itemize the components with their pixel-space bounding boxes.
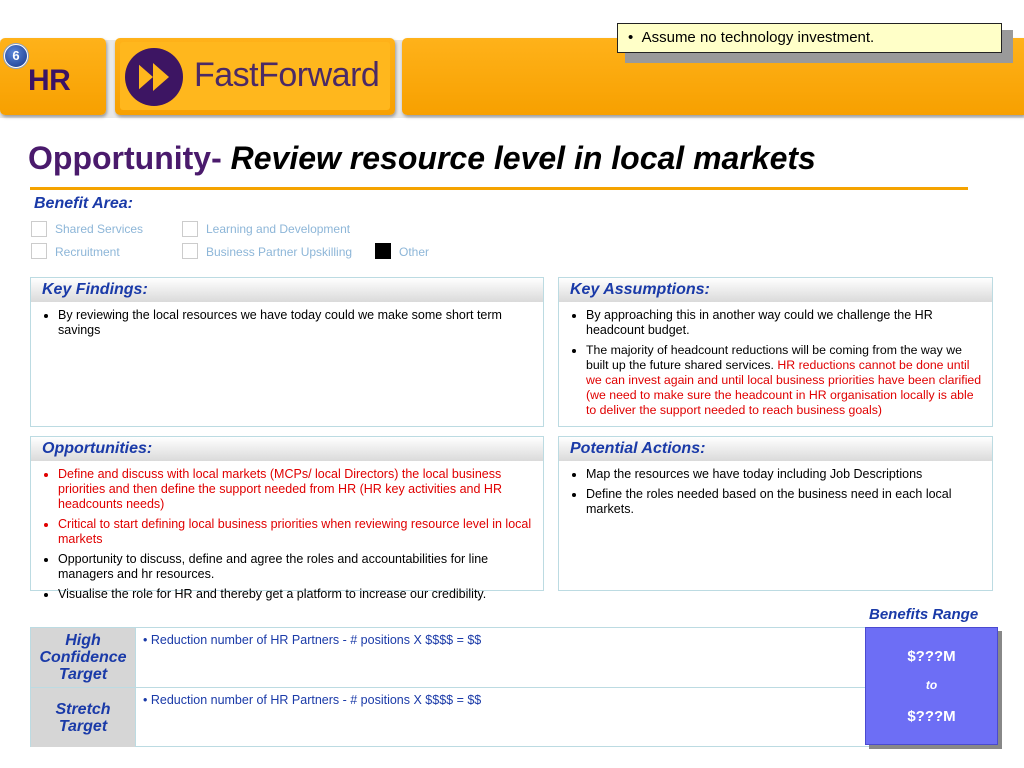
table-row: Stretch Target • Reduction number of HR …	[31, 687, 997, 747]
list-item: Define the roles needed based on the bus…	[586, 487, 982, 517]
checkbox-recruitment[interactable]	[31, 243, 47, 259]
checkbox-label-other: Other	[399, 245, 430, 259]
assumption-callout: • Assume no technology investment.	[617, 23, 1002, 53]
benefits-range-box: $???M to $???M	[865, 627, 998, 745]
key-findings-heading: Key Findings:	[31, 278, 543, 302]
high-confidence-target-text: • Reduction number of HR Partners - # po…	[143, 633, 482, 647]
benefit-area-label: Benefit Area:	[34, 195, 133, 212]
targets-table: High Confidence Target • Reduction numbe…	[30, 627, 997, 747]
list-item: By reviewing the local resources we have…	[58, 308, 533, 338]
list-item: Map the resources we have today includin…	[586, 467, 982, 482]
key-findings-panel: Key Findings: By reviewing the local res…	[30, 277, 544, 427]
checkbox-label-recruitment: Recruitment	[55, 245, 120, 259]
checkbox-label-learning-development: Learning and Development	[206, 222, 351, 236]
high-confidence-target-label: High Confidence Target	[31, 628, 136, 687]
list-item: Define and discuss with local markets (M…	[58, 467, 533, 512]
table-row: High Confidence Target • Reduction numbe…	[31, 628, 997, 687]
title-divider	[30, 187, 968, 190]
range-high-value: $???M	[907, 708, 956, 725]
list-item: Opportunity to discuss, define and agree…	[58, 552, 533, 582]
list-item: By approaching this in another way could…	[586, 308, 984, 338]
key-assumptions-heading: Key Assumptions:	[559, 278, 992, 302]
range-to-label: to	[925, 678, 938, 692]
logo-wordmark: FastForward	[194, 56, 380, 94]
checkbox-other[interactable]	[375, 243, 391, 259]
fast-forward-icon	[125, 48, 183, 106]
range-low-value: $???M	[907, 648, 956, 665]
checkbox-label-business-partner-upskilling: Business Partner Upskilling	[206, 245, 353, 259]
stretch-target-label: Stretch Target	[31, 688, 136, 747]
potential-actions-heading: Potential Actions:	[559, 437, 992, 461]
opportunities-heading: Opportunities:	[31, 437, 543, 461]
checkbox-business-partner-upskilling[interactable]	[182, 243, 198, 259]
checkbox-label-shared-services: Shared Services	[55, 222, 144, 236]
list-item: The majority of headcount reductions wil…	[586, 343, 984, 418]
checkbox-learning-development[interactable]	[182, 221, 198, 237]
list-item: Critical to start defining local busines…	[58, 517, 533, 547]
benefits-range-label: Benefits Range	[869, 606, 979, 623]
checkbox-shared-services[interactable]	[31, 221, 47, 237]
key-assumptions-panel: Key Assumptions: By approaching this in …	[558, 277, 993, 427]
potential-actions-panel: Potential Actions: Map the resources we …	[558, 436, 993, 591]
page-title: Opportunity- Review resource level in lo…	[28, 140, 816, 176]
opportunities-panel: Opportunities: Define and discuss with l…	[30, 436, 544, 601]
list-item: Visualise the role for HR and thereby ge…	[58, 587, 533, 602]
section-number-badge: 6	[4, 44, 28, 68]
section-title: HR	[28, 64, 71, 97]
stretch-target-text: • Reduction number of HR Partners - # po…	[143, 693, 482, 707]
